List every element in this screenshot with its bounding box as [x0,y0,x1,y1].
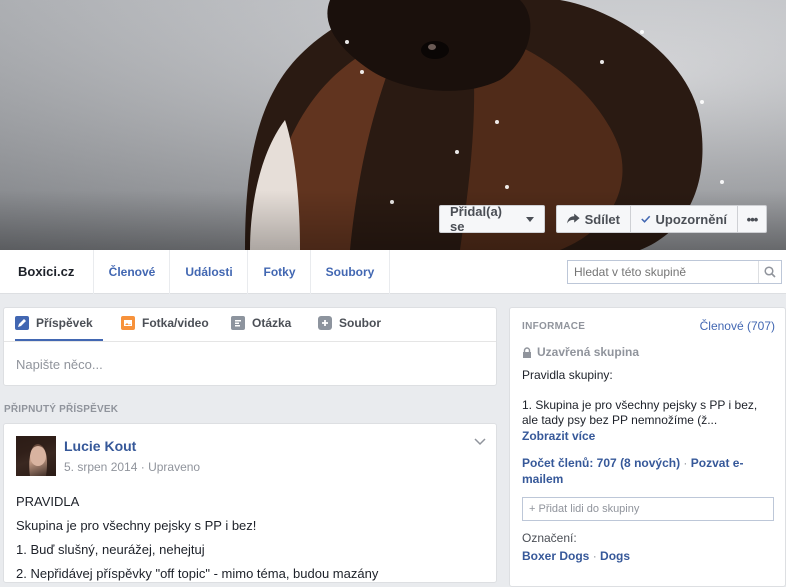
composer-divider [4,341,496,342]
chevron-down-icon [526,216,534,222]
tab-files[interactable]: Soubory [310,250,390,294]
pinned-post-heading: PŘIPNUTÝ PŘÍSPĚVEK [4,404,119,415]
post-date[interactable]: 5. srpen 2014 [64,460,137,474]
snowflake [505,185,509,189]
share-button[interactable]: Sdílet [556,205,631,233]
search-input[interactable] [568,261,765,283]
more-options-button[interactable]: ••• [737,205,767,233]
post-composer: Příspěvek Fotka/video Otázka Soubor Napi… [3,307,497,386]
closed-group-text: Uzavřená skupina [537,345,640,359]
meta-separator: · [140,460,149,474]
member-count: Počet členů: 707 (8 nových) · Pozvat e-m… [522,455,772,487]
add-people-input[interactable]: + Přidat lidi do skupiny [522,497,774,521]
tab-file[interactable]: Soubor [318,316,381,330]
more-icon: ••• [746,211,759,227]
members-link[interactable]: Členové (707) [700,319,775,333]
tab-post-label: Příspěvek [36,316,93,330]
closed-group-label: Uzavřená skupina [522,345,639,359]
file-plus-icon [318,316,332,330]
snowflake [640,30,644,34]
tab-question[interactable]: Otázka [231,316,291,330]
tab-members[interactable]: Členové [93,250,170,294]
share-arrow-icon [567,213,580,224]
checkmark-icon [641,215,651,223]
join-button[interactable]: Přidal(a) se [439,204,545,234]
tab-photos[interactable]: Fotky [247,250,311,294]
snowflake [345,40,349,44]
post-meta: 5. srpen 2014 · Upraveno [64,460,200,474]
chevron-down-icon[interactable] [474,438,486,446]
snowflake [495,120,499,124]
snowflake [455,150,459,154]
poll-icon [231,316,245,330]
tab-photo-label: Fotka/video [142,316,209,330]
tab-question-label: Otázka [252,316,292,330]
group-name[interactable]: Boxici.cz [18,264,74,279]
tags-list: Boxer Dogs · Dogs [522,549,630,563]
cover-photo[interactable]: Přidal(a) se Sdílet Upozornění ••• [0,0,786,250]
rules-text: 1. Skupina je pro všechny pejsky s PP i … [522,398,758,427]
notifications-label: Upozornění [655,211,728,227]
rules-label: Pravidla skupiny: [522,368,613,382]
share-label: Sdílet [584,211,620,227]
snowflake [720,180,724,184]
composer-input[interactable]: Napište něco... [16,357,103,372]
show-more-link[interactable]: Zobrazit více [522,429,595,443]
snowflake [600,60,604,64]
group-info-panel: INFORMACE Členové (707) Uzavřená skupina… [509,307,786,587]
post-line: Skupina je pro všechny pejsky s PP i bez… [16,518,257,533]
tab-events[interactable]: Události [169,250,248,294]
photo-icon [121,316,135,330]
tab-photo-video[interactable]: Fotka/video [121,316,209,330]
post-line: PRAVIDLA [16,494,80,509]
search-icon [764,266,776,278]
lock-icon [523,346,531,358]
pencil-icon [15,316,29,330]
tags-heading: Označení: [522,531,577,545]
info-heading: INFORMACE [522,321,586,332]
tag-separator: · [592,549,601,563]
tab-post[interactable]: Příspěvek [15,316,93,330]
post-body: PRAVIDLA Skupina je pro všechny pejsky s… [16,490,378,582]
post-author[interactable]: Lucie Kout [64,438,136,454]
tag-link[interactable]: Dogs [600,549,630,563]
count-separator: · [683,456,691,470]
join-label: Přidal(a) se [450,204,503,234]
search-button[interactable] [758,261,781,283]
snowflake [360,70,364,74]
post-edited[interactable]: Upraveno [148,460,200,474]
group-search [567,260,782,284]
tab-file-label: Soubor [339,316,381,330]
member-count-link[interactable]: Počet členů: 707 [522,456,617,470]
new-members-link[interactable]: (8 nových) [620,456,680,470]
notifications-button[interactable]: Upozornění [630,205,738,233]
pinned-post: Lucie Kout 5. srpen 2014 · Upraveno PRAV… [3,423,497,583]
snowflake [700,100,704,104]
post-line: 1. Buď slušný, neurážej, nehejtuj [16,542,205,557]
tag-link[interactable]: Boxer Dogs [522,549,589,563]
avatar[interactable] [16,436,56,476]
